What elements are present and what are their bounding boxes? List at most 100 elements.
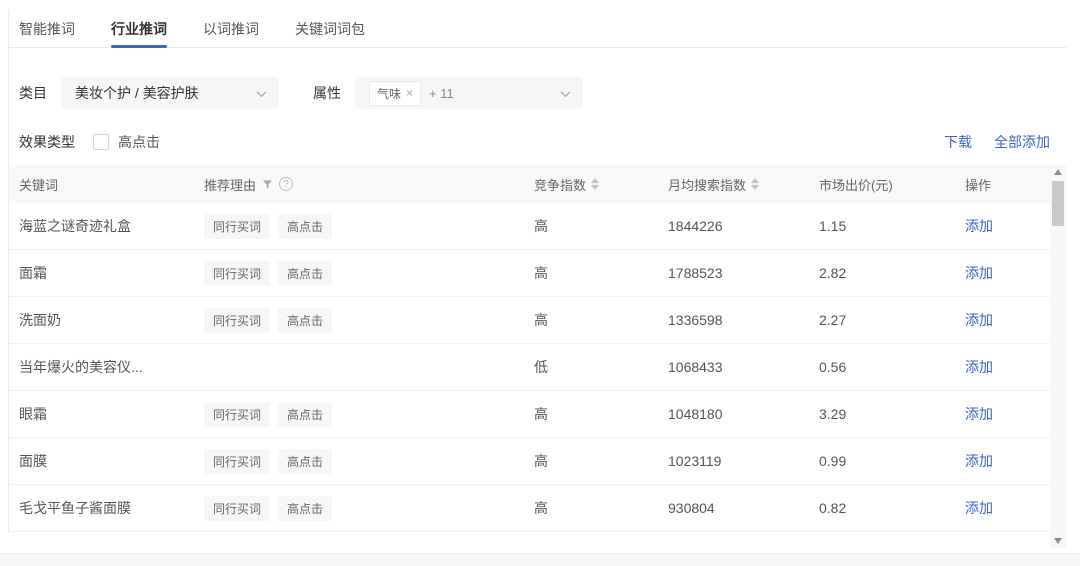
tab-industry-recommend[interactable]: 行业推词: [111, 10, 167, 48]
tag-close-icon[interactable]: ×: [406, 86, 413, 100]
competition-cell: 高: [534, 218, 548, 234]
download-link[interactable]: 下载: [944, 132, 972, 152]
tab-bar: 智能推词 行业推词 以词推词 关键词词包: [9, 10, 1066, 48]
toolbar-links: 下载 全部添加: [944, 132, 1050, 152]
price-cell: 3.29: [819, 406, 847, 422]
category-value: 美妆个护 / 美容护肤: [75, 85, 199, 101]
attribute-more-count: + 11: [429, 85, 454, 101]
competition-cell: 高: [534, 500, 548, 516]
category-label: 类目: [19, 85, 47, 101]
col-keyword: 关键词: [9, 175, 204, 194]
keyword-cell: 洗面奶: [19, 312, 61, 328]
reason-tag: 同行买词: [204, 401, 271, 427]
reason-tag: 高点击: [278, 213, 333, 239]
table-row: 海蓝之谜奇迹礼盒 同行买词 高点击 高 1844226 1.15 添加: [9, 203, 1066, 250]
table-row: 眼霜 同行买词 高点击 高 1048180 3.29 添加: [9, 391, 1066, 438]
keyword-cell: 面膜: [19, 453, 47, 469]
reason-tags: 同行买词 高点击: [204, 260, 526, 286]
reason-tag: 高点击: [278, 448, 333, 474]
price-cell: 0.82: [819, 500, 847, 516]
reason-tag: 高点击: [278, 307, 333, 333]
col-competition-label: 竞争指数: [534, 177, 587, 193]
reason-tag: 高点击: [278, 401, 333, 427]
col-reason-label: 推荐理由: [204, 177, 257, 193]
reason-tags: 同行买词 高点击: [204, 495, 526, 521]
attribute-label: 属性: [313, 85, 341, 101]
chevron-down-icon: [256, 86, 267, 97]
attribute-tag-label: 气味: [377, 86, 402, 101]
high-click-checkbox[interactable]: [93, 134, 109, 150]
scrollbar-thumb[interactable]: [1052, 181, 1064, 226]
high-click-label: 高点击: [118, 134, 160, 150]
footer-strip: [0, 553, 1080, 566]
price-cell: 2.27: [819, 312, 847, 328]
add-button[interactable]: 添加: [965, 359, 993, 375]
scroll-up-arrow-icon[interactable]: [1050, 165, 1066, 179]
table-row: 洗面奶 同行买词 高点击 高 1336598 2.27 添加: [9, 297, 1066, 344]
search-index-cell: 1788523: [668, 265, 723, 281]
competition-cell: 高: [534, 312, 548, 328]
tab-keyword-package[interactable]: 关键词词包: [295, 10, 365, 47]
add-button[interactable]: 添加: [965, 312, 993, 328]
add-button[interactable]: 添加: [965, 453, 993, 469]
reason-tag: 高点击: [278, 495, 333, 521]
table-scrollbar[interactable]: [1050, 165, 1066, 548]
reason-tags: 同行买词 高点击: [204, 448, 526, 474]
reason-tags: 同行买词 高点击: [204, 307, 526, 333]
col-competition[interactable]: 竞争指数: [526, 175, 656, 194]
price-cell: 0.56: [819, 359, 847, 375]
sort-icon[interactable]: [751, 178, 760, 190]
col-action-label: 操作: [965, 177, 992, 193]
search-index-cell: 1844226: [668, 218, 723, 234]
col-search-index[interactable]: 月均搜索指数: [656, 175, 811, 194]
competition-cell: 低: [534, 359, 548, 375]
attribute-select[interactable]: 气味 × + 11: [355, 77, 583, 109]
keyword-cell: 眼霜: [19, 406, 47, 422]
reason-tag: 高点击: [278, 260, 333, 286]
reason-tag: 同行买词: [204, 448, 271, 474]
search-index-cell: 1048180: [668, 406, 723, 422]
competition-cell: 高: [534, 406, 548, 422]
filter-row: 类目 美妆个护 / 美容护肤 属性 气味 × + 11: [19, 77, 1066, 109]
add-button[interactable]: 添加: [965, 406, 993, 422]
reason-tag: 同行买词: [204, 213, 271, 239]
effect-type-row: 效果类型 高点击 下载 全部添加: [19, 132, 1050, 152]
reason-tag: 同行买词: [204, 260, 271, 286]
table-header: 关键词 推荐理由 ? 竞争指数 月均搜索指数 市场出价(元) 操作: [9, 165, 1066, 203]
keyword-cell: 海蓝之谜奇迹礼盒: [19, 218, 131, 234]
keyword-recommend-panel: 智能推词 行业推词 以词推词 关键词词包 类目 美妆个护 / 美容护肤 属性 气…: [8, 10, 1066, 548]
col-search-index-label: 月均搜索指数: [668, 177, 747, 193]
add-all-link[interactable]: 全部添加: [994, 132, 1050, 152]
col-market-price-label: 市场出价(元): [819, 177, 893, 193]
reason-tags: 同行买词 高点击: [204, 213, 526, 239]
keyword-table: 关键词 推荐理由 ? 竞争指数 月均搜索指数 市场出价(元) 操作 海蓝之谜奇迹…: [9, 165, 1066, 548]
table-body: 海蓝之谜奇迹礼盒 同行买词 高点击 高 1844226 1.15 添加 面霜 同…: [9, 203, 1066, 532]
price-cell: 2.82: [819, 265, 847, 281]
keyword-cell: 面霜: [19, 265, 47, 281]
help-icon[interactable]: ?: [279, 177, 294, 191]
table-row: 当年爆火的美容仪... 低 1068433 0.56 添加: [9, 344, 1066, 391]
scroll-down-arrow-icon[interactable]: [1050, 534, 1066, 548]
category-select[interactable]: 美妆个护 / 美容护肤: [61, 77, 279, 109]
tab-smart-recommend[interactable]: 智能推词: [19, 10, 75, 47]
search-index-cell: 1068433: [668, 359, 723, 375]
add-button[interactable]: 添加: [965, 218, 993, 234]
competition-cell: 高: [534, 265, 548, 281]
search-index-cell: 1023119: [668, 453, 722, 469]
price-cell: 1.15: [819, 218, 847, 234]
search-index-cell: 1336598: [668, 312, 723, 328]
sort-icon[interactable]: [591, 178, 600, 190]
keyword-cell: 当年爆火的美容仪...: [19, 359, 143, 375]
reason-tag: 同行买词: [204, 307, 271, 333]
attribute-tag: 气味 ×: [369, 80, 422, 106]
add-button[interactable]: 添加: [965, 500, 993, 516]
price-cell: 0.99: [819, 453, 847, 469]
col-market-price: 市场出价(元): [811, 175, 961, 194]
reason-tags: 同行买词 高点击: [204, 401, 526, 427]
col-keyword-label: 关键词: [19, 177, 59, 193]
filter-funnel-icon[interactable]: [262, 179, 273, 190]
competition-cell: 高: [534, 453, 548, 469]
add-button[interactable]: 添加: [965, 265, 993, 281]
keyword-cell: 毛戈平鱼子酱面膜: [19, 500, 131, 516]
tab-word-to-word[interactable]: 以词推词: [203, 10, 259, 47]
